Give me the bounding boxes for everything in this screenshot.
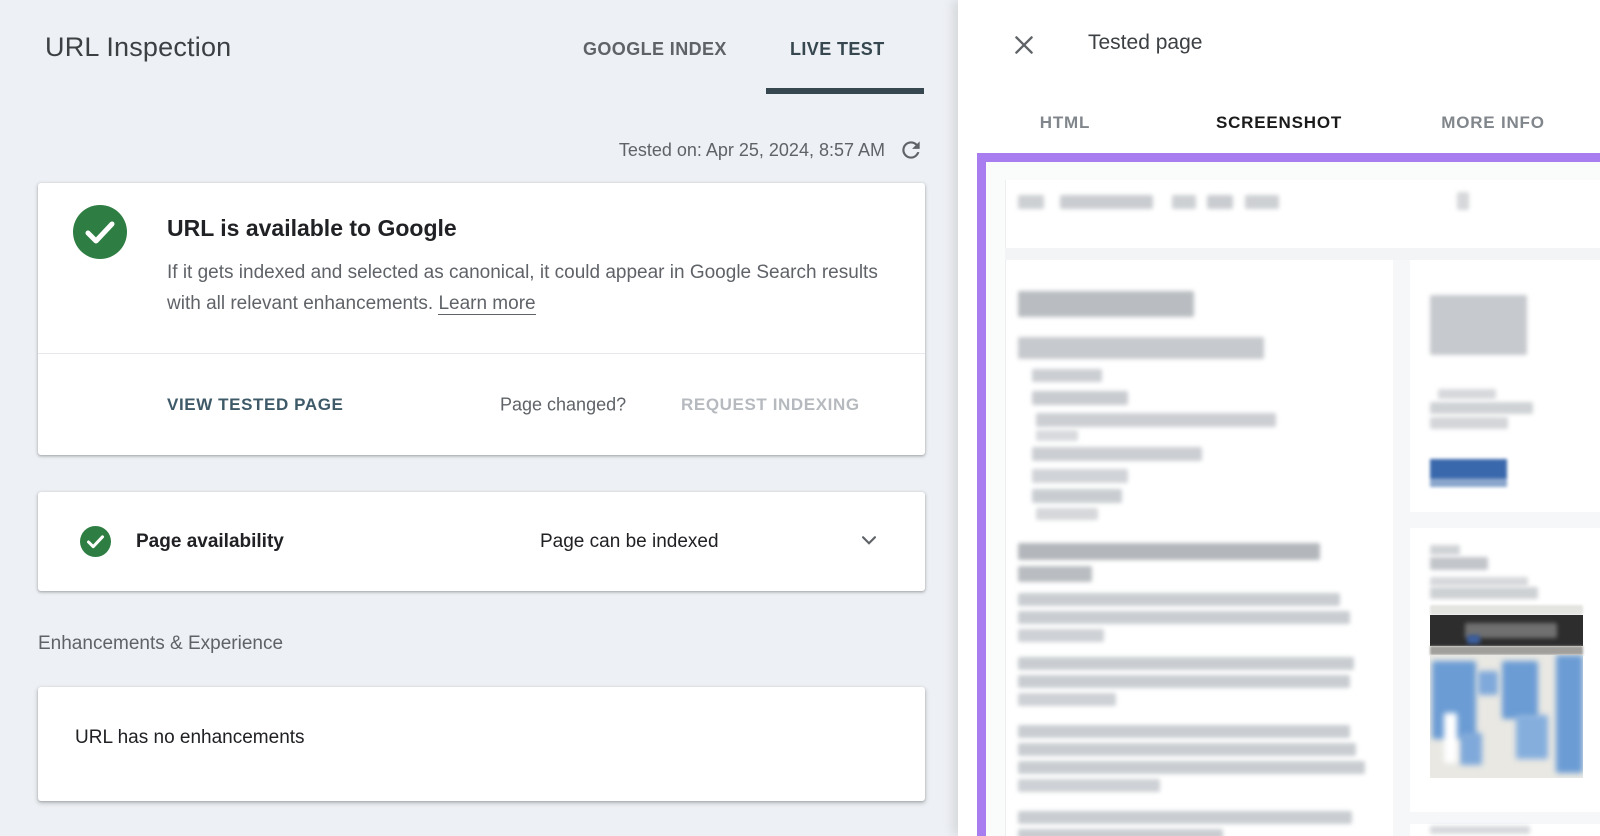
tested-page-panel: Tested page HTML SCREENSHOT MORE INFO	[958, 0, 1600, 836]
status-card: URL is available to Google If it gets in…	[38, 183, 925, 455]
blurred-block	[1430, 646, 1583, 655]
blurred-text-line	[1018, 811, 1352, 824]
blurred-heading	[1018, 337, 1264, 359]
status-description: If it gets indexed and selected as canon…	[167, 257, 893, 319]
blurred-heading	[1018, 291, 1194, 317]
blurred-image	[1430, 605, 1583, 615]
blurred-block	[1207, 195, 1233, 209]
blurred-blue-button	[1430, 459, 1507, 487]
blurred-text-line	[1430, 826, 1530, 834]
blurred-dark-banner	[1430, 615, 1583, 646]
blurred-list-item	[1036, 413, 1276, 427]
enhancements-text: URL has no enhancements	[75, 727, 305, 748]
map-blob	[1444, 713, 1457, 763]
blurred-text-line	[1018, 743, 1356, 756]
blurred-text-line	[1018, 611, 1350, 624]
tab-live-test[interactable]: LIVE TEST	[790, 39, 885, 60]
blurred-heading	[1018, 543, 1320, 560]
page-changed-label: Page changed?	[500, 394, 627, 414]
blurred-text-line	[1018, 629, 1104, 642]
blurred-text-line	[1018, 779, 1160, 792]
map-blob	[1516, 715, 1548, 759]
view-tested-page-button[interactable]: VIEW TESTED PAGE	[167, 395, 343, 415]
blurred-text-line	[1018, 593, 1340, 606]
tab-html[interactable]: HTML	[958, 105, 1172, 147]
learn-more-link[interactable]: Learn more	[438, 293, 536, 315]
blurred-list-item	[1032, 489, 1122, 503]
blurred-list-item	[1036, 508, 1098, 520]
blurred-list-item	[1032, 447, 1202, 461]
tested-on-row: Tested on: Apr 25, 2024, 8:57 AM	[619, 136, 925, 164]
blurred-block	[1172, 195, 1196, 209]
blurred-text-line	[1018, 693, 1116, 706]
success-check-icon-small	[80, 526, 111, 557]
blurred-text-line	[1018, 829, 1223, 836]
close-icon[interactable]	[1010, 31, 1038, 59]
main-panel: URL Inspection GOOGLE INDEX LIVE TEST Te…	[0, 0, 958, 836]
preview-header-divider	[1005, 248, 1600, 260]
availability-value: Page can be indexed	[540, 530, 719, 552]
blurred-text-line	[1018, 675, 1350, 688]
blurred-list-item	[1032, 391, 1128, 405]
panel-tabs: HTML SCREENSHOT MORE INFO	[958, 105, 1600, 147]
enhancements-section-title: Enhancements & Experience	[38, 633, 284, 654]
page-title: URL Inspection	[45, 32, 232, 62]
request-indexing-button[interactable]: REQUEST INDEXING	[681, 395, 860, 415]
enhancements-card: URL has no enhancements	[38, 687, 925, 801]
blurred-text-line	[1430, 417, 1508, 429]
preview-column-gap	[1393, 260, 1410, 836]
blurred-list-item	[1036, 430, 1078, 441]
map-blob	[1556, 655, 1583, 773]
tested-on-label: Tested on: Apr 25, 2024, 8:57 AM	[618, 139, 885, 160]
blurred-block	[1018, 195, 1044, 209]
blurred-heading	[1018, 566, 1092, 582]
success-check-icon	[73, 205, 127, 259]
blurred-block	[1245, 195, 1279, 209]
tab-google-index[interactable]: GOOGLE INDEX	[583, 39, 727, 60]
blurred-text-line	[1430, 402, 1533, 414]
blurred-block	[1060, 195, 1153, 209]
blurred-block	[1457, 192, 1469, 210]
blurred-text-line	[1430, 557, 1488, 570]
blurred-text-line	[1018, 725, 1350, 738]
map-blob	[1502, 661, 1538, 719]
blurred-text-line	[1018, 657, 1354, 670]
blurred-text-line	[1438, 389, 1496, 399]
blurred-block	[1467, 635, 1480, 644]
map-blob	[1478, 671, 1498, 695]
chevron-down-icon[interactable]	[856, 527, 882, 553]
blurred-text-line	[1018, 761, 1365, 774]
status-card-footer: VIEW TESTED PAGE Page changed? REQUEST I…	[38, 354, 925, 455]
status-title: URL is available to Google	[167, 215, 457, 241]
blurred-text-line	[1430, 587, 1538, 599]
blurred-map-image	[1430, 655, 1583, 778]
map-blob	[1460, 733, 1482, 765]
tab-more-info[interactable]: MORE INFO	[1386, 105, 1600, 147]
active-tab-underline	[766, 88, 924, 94]
panel-title: Tested page	[1088, 31, 1203, 54]
page-availability-card[interactable]: Page availability Page can be indexed	[38, 492, 925, 591]
blurred-text-line	[1430, 577, 1528, 586]
blurred-image	[1430, 295, 1527, 355]
blurred-text-line	[1430, 545, 1460, 555]
blurred-list-item	[1032, 369, 1102, 382]
refresh-icon[interactable]	[897, 136, 925, 164]
availability-label: Page availability	[136, 530, 284, 552]
tab-screenshot[interactable]: SCREENSHOT	[1172, 105, 1386, 147]
blurred-list-item	[1032, 469, 1128, 483]
